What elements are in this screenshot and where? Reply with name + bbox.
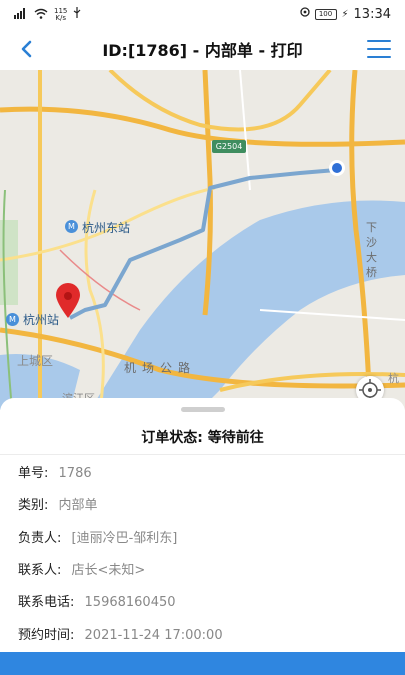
field-contact: 联系人: 店长<未知>: [18, 559, 145, 578]
clock: 13:34: [353, 7, 391, 22]
drag-handle[interactable]: [181, 407, 225, 412]
menu-icon-bar: [367, 48, 391, 50]
field-value: 内部单: [58, 498, 98, 513]
map-label-district: 上城区: [17, 354, 54, 368]
bottom-action-bar[interactable]: [0, 652, 405, 675]
field-value: [迪丽冷巴-邹利东]: [71, 531, 178, 546]
metro-station-icon: M: [65, 220, 78, 233]
menu-icon: [367, 40, 391, 42]
map-label-airport-road: 机场公路: [124, 361, 197, 375]
field-phone: 联系电话: 15968160450: [18, 591, 176, 610]
app-header: ID:[1786] - 内部单 - 打印: [0, 28, 405, 70]
field-value: 店长<未知>: [71, 563, 146, 578]
field-owner: 负责人: [迪丽冷巴-邹利东]: [18, 527, 177, 546]
network-speed: 115 K/s: [54, 7, 67, 22]
field-label: 预约时间:: [18, 628, 75, 643]
menu-button[interactable]: [365, 36, 393, 62]
metro-station-icon: M: [6, 313, 19, 326]
field-appointment-time: 预约时间: 2021-11-24 17:00:00: [18, 624, 223, 643]
usb-icon: [73, 7, 81, 22]
field-value: 2021-11-24 17:00:00: [84, 628, 223, 643]
field-order-number: 单号: 1786: [18, 462, 92, 481]
map-label-hang: 杭: [388, 372, 399, 385]
divider: [0, 454, 405, 455]
page-title: ID:[1786] - 内部单 - 打印: [102, 41, 303, 60]
field-value: 1786: [58, 466, 92, 481]
chevron-left-icon: [21, 40, 32, 58]
field-label: 单号:: [18, 466, 49, 481]
wifi-icon: [34, 8, 48, 22]
field-label: 类别:: [18, 498, 49, 513]
charging-icon: ⚡: [341, 9, 349, 20]
map-canvas: [0, 70, 405, 410]
highway-shield: G2504: [212, 140, 246, 153]
field-label: 联系人:: [18, 563, 62, 578]
route-map[interactable]: G2504 M 杭州东站 M 杭州站 上城区 滨江区 机场公路 下沙大桥 杭: [0, 70, 405, 410]
back-button[interactable]: [12, 34, 40, 64]
status-bar: 115 K/s 100 ⚡ 13:34: [0, 0, 405, 28]
battery-icon: 100: [314, 9, 337, 20]
field-label: 联系电话:: [18, 595, 75, 610]
field-category: 类别: 内部单: [18, 494, 98, 513]
order-status: 订单状态: 等待前往: [141, 430, 264, 446]
map-label-hangzhou-station: 杭州站: [23, 313, 60, 327]
map-label-bridge: 下沙大桥: [366, 221, 377, 279]
menu-icon-bar: [367, 56, 391, 58]
field-label: 负责人:: [18, 531, 62, 546]
speed-unit: K/s: [55, 13, 66, 22]
location-icon: [299, 7, 310, 22]
map-label-hangzhou-east: 杭州东站: [82, 221, 131, 235]
phone-link[interactable]: 15968160450: [85, 595, 176, 610]
signal-icon: [14, 7, 28, 22]
